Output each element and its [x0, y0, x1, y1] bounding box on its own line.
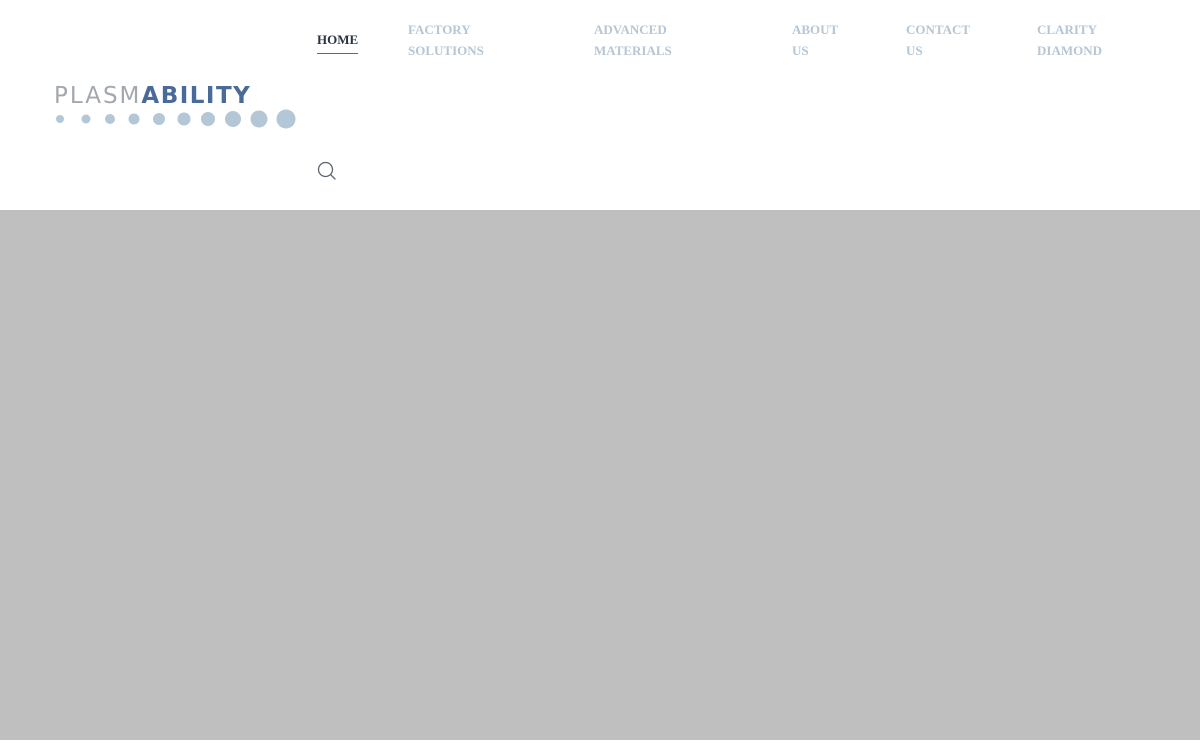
logo-word-dark: ABILITY [141, 83, 252, 109]
nav-item-about-us[interactable]: ABOUT US [792, 19, 838, 61]
logo-dot [128, 113, 140, 125]
logo-dot [225, 111, 241, 127]
page-bottom-edge [0, 740, 1200, 750]
search-icon [317, 161, 336, 180]
nav-item-label-line1: CLARITY [1037, 22, 1097, 37]
main-nav: HOME FACTORY SOLUTIONS ADVANCED MATERIAL… [0, 19, 1200, 69]
logo-dots-graphic [56, 109, 296, 129]
nav-item-label-line2: US [792, 43, 809, 58]
nav-item-label-line1: FACTORY [408, 22, 471, 37]
logo-wordmark: PLASMABILITY [54, 84, 251, 108]
logo-dot [276, 109, 296, 129]
nav-item-label-line1: ABOUT [792, 22, 839, 37]
nav-item-label-line2: DIAMOND [1037, 43, 1102, 58]
nav-item-label-line2: US [906, 43, 923, 58]
site-header: PLASMABILITY HOME FACTORY SOLUTIONS ADVA… [0, 0, 1200, 210]
nav-active-underline [317, 53, 359, 54]
nav-item-label-line2: MATERIALS [594, 43, 672, 58]
nav-item-factory-solutions[interactable]: FACTORY SOLUTIONS [408, 19, 484, 61]
nav-item-clarity-diamond[interactable]: CLARITY DIAMOND [1037, 19, 1102, 61]
hero-banner [0, 210, 1200, 740]
plasmability-logo[interactable]: PLASMABILITY [54, 84, 298, 130]
nav-item-advanced-materials[interactable]: ADVANCED MATERIALS [594, 19, 672, 61]
logo-dot [201, 112, 215, 126]
logo-dot [56, 115, 64, 123]
search-button[interactable] [314, 158, 340, 184]
nav-item-home[interactable]: HOME [317, 29, 359, 54]
logo-dot [250, 110, 268, 128]
logo-dot [153, 113, 165, 125]
nav-item-label-line1: ADVANCED [594, 22, 667, 37]
nav-item-label-line1: CONTACT [906, 22, 971, 37]
logo-dot [81, 114, 91, 124]
nav-item-label-line2: SOLUTIONS [408, 43, 484, 58]
nav-item-contact-us[interactable]: CONTACT US [906, 19, 970, 61]
nav-item-home-label: HOME [317, 32, 359, 47]
logo-dot [177, 112, 191, 126]
logo-dot [105, 114, 115, 124]
logo-word-light: PLASM [54, 83, 142, 109]
